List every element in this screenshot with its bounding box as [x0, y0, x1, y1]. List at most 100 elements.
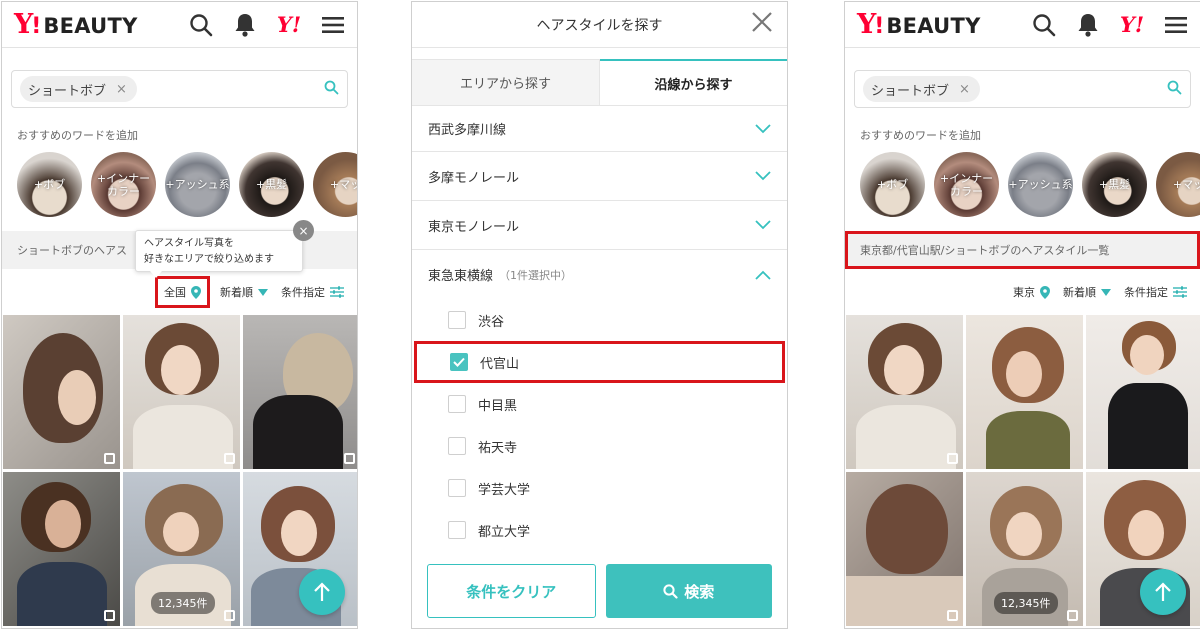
- train-line-row[interactable]: 西武多摩川線: [412, 106, 787, 152]
- condition-label: 条件指定: [281, 286, 325, 299]
- clear-conditions-button[interactable]: 条件をクリア: [427, 564, 596, 618]
- suggestion-ash[interactable]: +アッシュ系: [165, 152, 230, 217]
- station-name: 代官山: [480, 356, 520, 372]
- modal-header: ヘアスタイルを探す: [412, 2, 787, 48]
- checkbox[interactable]: [448, 521, 466, 539]
- hairstyle-photo[interactable]: [846, 472, 963, 626]
- hairstyle-photo[interactable]: [3, 472, 120, 626]
- suggestion-black-hair[interactable]: +黒髪: [1082, 152, 1147, 217]
- yahoo-japan-link-icon[interactable]: Y!: [1118, 11, 1146, 39]
- suggestion-bob[interactable]: +ボブ: [17, 152, 82, 217]
- search-field[interactable]: ショートボブ ×: [11, 70, 348, 108]
- sort-dropdown[interactable]: 新着順: [220, 284, 268, 300]
- photo-count-badge: 12,345件: [151, 592, 215, 614]
- chip-remove-icon[interactable]: ×: [959, 82, 970, 97]
- yahoo-japan-link-icon[interactable]: Y!: [275, 11, 303, 39]
- multi-photo-icon: [104, 610, 115, 621]
- tooltip-close-icon[interactable]: ×: [293, 220, 314, 241]
- arrow-up-icon: [1155, 582, 1171, 601]
- close-icon[interactable]: [751, 11, 773, 37]
- sliders-icon: [1173, 286, 1187, 298]
- suggestion-label: +インナー カラー: [939, 171, 994, 198]
- checkbox[interactable]: [448, 395, 466, 413]
- suggested-words-list: +ボブ +インナー カラー +アッシュ系 +黒髪 +マッ: [860, 152, 1200, 217]
- checkbox[interactable]: [448, 479, 466, 497]
- hairstyle-photo[interactable]: [243, 315, 357, 469]
- suggestion-matte[interactable]: +マッ: [1156, 152, 1200, 217]
- suggestion-matte[interactable]: +マッ: [313, 152, 358, 217]
- hairstyle-photo[interactable]: [966, 315, 1083, 469]
- menu-icon[interactable]: [1162, 11, 1190, 39]
- suggestion-label: +黒髪: [1098, 178, 1131, 191]
- station-option[interactable]: 祐天寺: [412, 425, 787, 467]
- bell-icon[interactable]: [231, 11, 259, 39]
- checkbox[interactable]: [448, 311, 466, 329]
- suggestion-inner-color[interactable]: +インナー カラー: [91, 152, 156, 217]
- condition-label: 条件指定: [1124, 286, 1168, 299]
- chevron-down-icon: [755, 171, 771, 181]
- suggestion-label: +マッ: [329, 178, 358, 191]
- station-name: 渋谷: [478, 314, 505, 330]
- train-line-row-expanded[interactable]: 東急東横線 （1件選択中）: [412, 250, 787, 299]
- chip-remove-icon[interactable]: ×: [116, 82, 127, 97]
- multi-photo-icon: [224, 610, 235, 621]
- suggestion-inner-color[interactable]: +インナー カラー: [934, 152, 999, 217]
- scroll-to-top-button[interactable]: [299, 569, 345, 615]
- checkbox-checked[interactable]: [450, 353, 468, 371]
- location-pin-icon: [1040, 285, 1050, 299]
- keyword-chip[interactable]: ショートボブ ×: [20, 76, 137, 102]
- suggestion-label: +黒髪: [255, 178, 288, 191]
- suggestion-black-hair[interactable]: +黒髪: [239, 152, 304, 217]
- multi-photo-icon: [947, 610, 958, 621]
- suggestion-ash[interactable]: +アッシュ系: [1008, 152, 1073, 217]
- filter-bar: 東京 新着順 条件指定: [845, 269, 1200, 315]
- scroll-to-top-button[interactable]: [1140, 569, 1186, 615]
- suggestion-bob[interactable]: +ボブ: [860, 152, 925, 217]
- condition-filter-button[interactable]: 条件指定: [281, 284, 344, 300]
- search-field[interactable]: ショートボブ ×: [854, 70, 1191, 108]
- tooltip-line-1: ヘアスタイル写真を: [144, 238, 234, 249]
- station-option-selected[interactable]: 代官山: [414, 341, 785, 383]
- logo-bang: !: [31, 14, 42, 39]
- condition-filter-button[interactable]: 条件指定: [1124, 284, 1187, 300]
- chevron-down-icon: [755, 220, 771, 230]
- station-option[interactable]: 渋谷: [412, 299, 787, 341]
- hairstyle-photo[interactable]: 12,345件: [123, 472, 240, 626]
- yahoo-beauty-logo[interactable]: Y! BEAUTY: [14, 9, 138, 40]
- search-submit-icon[interactable]: [1167, 80, 1182, 99]
- logo-y: Y: [14, 9, 33, 40]
- keyword-chip[interactable]: ショートボブ ×: [863, 76, 980, 102]
- tab-search-by-area[interactable]: エリアから探す: [412, 59, 600, 105]
- search-icon[interactable]: [187, 11, 215, 39]
- suggested-words-title: おすすめのワードを追加: [17, 129, 138, 142]
- search-icon: [663, 583, 678, 599]
- sort-dropdown[interactable]: 新着順: [1063, 284, 1111, 300]
- app-header: Y! BEAUTY Y!: [845, 2, 1200, 48]
- search-icon[interactable]: [1030, 11, 1058, 39]
- station-name: 中目黒: [478, 398, 518, 414]
- search-button[interactable]: 検索: [605, 564, 772, 618]
- menu-icon[interactable]: [319, 11, 347, 39]
- search-submit-icon[interactable]: [324, 80, 339, 99]
- yahoo-beauty-logo[interactable]: Y! BEAUTY: [857, 9, 981, 40]
- station-option[interactable]: 学芸大学: [412, 467, 787, 509]
- app-header: Y! BEAUTY Y!: [2, 2, 357, 48]
- hairstyle-photo[interactable]: 12,345件: [966, 472, 1083, 626]
- hairstyle-photo[interactable]: [123, 315, 240, 469]
- hairstyle-photo[interactable]: [1086, 315, 1200, 469]
- area-filter-button[interactable]: 東京: [1013, 284, 1050, 300]
- modal-title: ヘアスタイルを探す: [536, 17, 663, 34]
- tab-search-by-line[interactable]: 沿線から探す: [600, 59, 787, 105]
- station-option[interactable]: 都立大学: [412, 509, 787, 551]
- area-filter-button[interactable]: 全国: [155, 276, 210, 308]
- train-line-row[interactable]: 多摩モノレール: [412, 152, 787, 201]
- hairstyle-photo[interactable]: [846, 315, 963, 469]
- train-line-row[interactable]: 東京モノレール: [412, 201, 787, 250]
- hairstyle-photo[interactable]: [3, 315, 120, 469]
- checkbox[interactable]: [448, 437, 466, 455]
- suggestion-label: +インナー カラー: [96, 171, 151, 198]
- bell-icon[interactable]: [1074, 11, 1102, 39]
- suggested-words-title: おすすめのワードを追加: [860, 129, 981, 142]
- area-filter-label: 東京: [1013, 286, 1035, 299]
- station-option[interactable]: 中目黒: [412, 383, 787, 425]
